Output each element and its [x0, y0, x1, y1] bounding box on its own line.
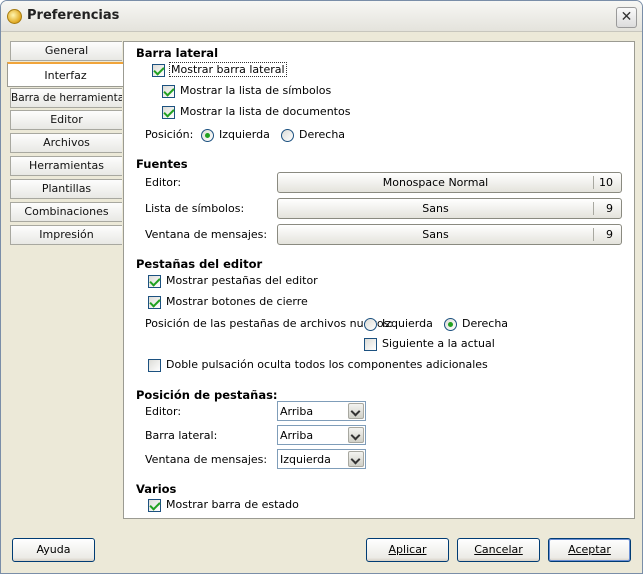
show-sidebar-label: Mostrar barra lateral — [169, 62, 287, 77]
messages-font-size: 9 — [606, 228, 613, 241]
messages-tabpos-value: Izquierda — [280, 453, 331, 466]
editor-tabpos-value: Arriba — [280, 405, 314, 418]
sidebar-position-left-label: Izquierda — [219, 128, 270, 141]
sidebar-position-label: Posición: — [145, 128, 194, 141]
separator — [593, 202, 594, 215]
apply-button[interactable]: Aplicar — [366, 538, 449, 562]
preferences-window: Preferencias ✕ General Interfaz Barra de… — [0, 0, 643, 574]
tab-tools[interactable]: Herramientas — [10, 156, 122, 176]
chevron-down-icon — [348, 403, 364, 419]
tab-editor[interactable]: Editor — [10, 110, 122, 130]
tab-keybindings[interactable]: Combinaciones — [10, 202, 122, 222]
editor-tabpos-label: Editor: — [145, 405, 182, 418]
help-button[interactable]: Ayuda — [12, 538, 95, 562]
sidebar-position-right-radio[interactable] — [281, 129, 294, 142]
symbols-font-label: Lista de símbolos: — [145, 202, 245, 215]
apply-label: Aplicar — [388, 543, 427, 556]
symbols-font-name: Sans — [422, 202, 449, 215]
next-to-current-label: Siguiente a la actual — [382, 337, 495, 350]
double-click-hides-label: Doble pulsación oculta todos los compone… — [166, 358, 488, 371]
window-title: Preferencias — [27, 8, 120, 23]
show-documents-checkbox[interactable] — [162, 106, 175, 119]
tab-templates[interactable]: Plantillas — [10, 179, 122, 199]
sidebar-position-right-label: Derecha — [299, 128, 346, 141]
next-to-current-checkbox[interactable] — [364, 338, 377, 351]
show-close-buttons-label: Mostrar botones de cierre — [166, 295, 308, 308]
app-icon — [7, 9, 22, 24]
show-sidebar-checkbox[interactable] — [152, 64, 165, 77]
cancel-label: Cancelar — [474, 543, 523, 556]
editor-tabpos-select[interactable]: Arriba — [277, 401, 366, 421]
tab-interfaz[interactable]: Interfaz — [7, 62, 123, 87]
editor-font-size: 10 — [599, 176, 613, 189]
messages-font-button[interactable]: Sans 9 — [277, 224, 622, 245]
chevron-down-icon — [348, 451, 364, 467]
new-tabs-left-label: Izquierda — [382, 317, 433, 330]
messages-tabpos-label: Ventana de mensajes: — [145, 453, 268, 466]
tab-toolbar[interactable]: Barra de herramientas — [10, 88, 122, 108]
editor-font-button[interactable]: Monospace Normal 10 — [277, 172, 622, 193]
new-tabs-right-label: Derecha — [462, 317, 509, 330]
tab-general[interactable]: General — [10, 41, 122, 61]
title-bar: Preferencias ✕ — [1, 1, 642, 32]
show-statusbar-checkbox[interactable] — [148, 499, 161, 512]
tab-positions-section-title: Posición de pestañas: — [136, 388, 278, 402]
show-symbols-label: Mostrar la lista de símbolos — [180, 84, 332, 97]
chevron-down-icon — [348, 427, 364, 443]
new-tabs-left-radio[interactable] — [364, 318, 377, 331]
tab-files[interactable]: Archivos — [10, 133, 122, 153]
fonts-section-title: Fuentes — [136, 157, 188, 171]
sidebar-position-left-radio[interactable] — [201, 129, 214, 142]
sidebar-tabpos-value: Arriba — [280, 429, 314, 442]
show-close-buttons-checkbox[interactable] — [148, 296, 161, 309]
show-documents-label: Mostrar la lista de documentos — [180, 105, 351, 118]
messages-tabpos-select[interactable]: Izquierda — [277, 449, 366, 469]
accept-label: Aceptar — [568, 543, 611, 556]
show-statusbar-label: Mostrar barra de estado — [166, 498, 299, 511]
symbols-font-button[interactable]: Sans 9 — [277, 198, 622, 219]
tab-printing[interactable]: Impresión — [10, 225, 122, 245]
sidebar-tabpos-label: Barra lateral: — [145, 429, 218, 442]
close-button[interactable]: ✕ — [616, 7, 637, 28]
editor-font-name: Monospace Normal — [382, 176, 489, 189]
separator — [593, 176, 594, 189]
interface-panel: Barra lateral Mostrar barra lateral Most… — [123, 41, 635, 519]
symbols-font-size: 9 — [606, 202, 613, 215]
sidebar-section-title: Barra lateral — [136, 46, 219, 60]
cancel-button[interactable]: Cancelar — [457, 538, 540, 562]
misc-section-title: Varios — [136, 482, 177, 496]
editor-font-label: Editor: — [145, 176, 182, 189]
separator — [593, 228, 594, 241]
new-tabs-right-radio[interactable] — [444, 318, 457, 331]
show-editor-tabs-label: Mostrar pestañas del editor — [166, 274, 318, 287]
show-editor-tabs-checkbox[interactable] — [148, 275, 161, 288]
messages-font-label: Ventana de mensajes: — [145, 228, 268, 241]
accept-button[interactable]: Aceptar — [548, 538, 631, 562]
editor-tabs-section-title: Pestañas del editor — [136, 257, 263, 271]
double-click-hides-checkbox[interactable] — [148, 359, 161, 372]
messages-font-name: Sans — [422, 228, 449, 241]
new-tabs-position-label: Posición de las pestañas de archivos nue… — [145, 317, 394, 330]
show-symbols-checkbox[interactable] — [162, 85, 175, 98]
sidebar-tabpos-select[interactable]: Arriba — [277, 425, 366, 445]
